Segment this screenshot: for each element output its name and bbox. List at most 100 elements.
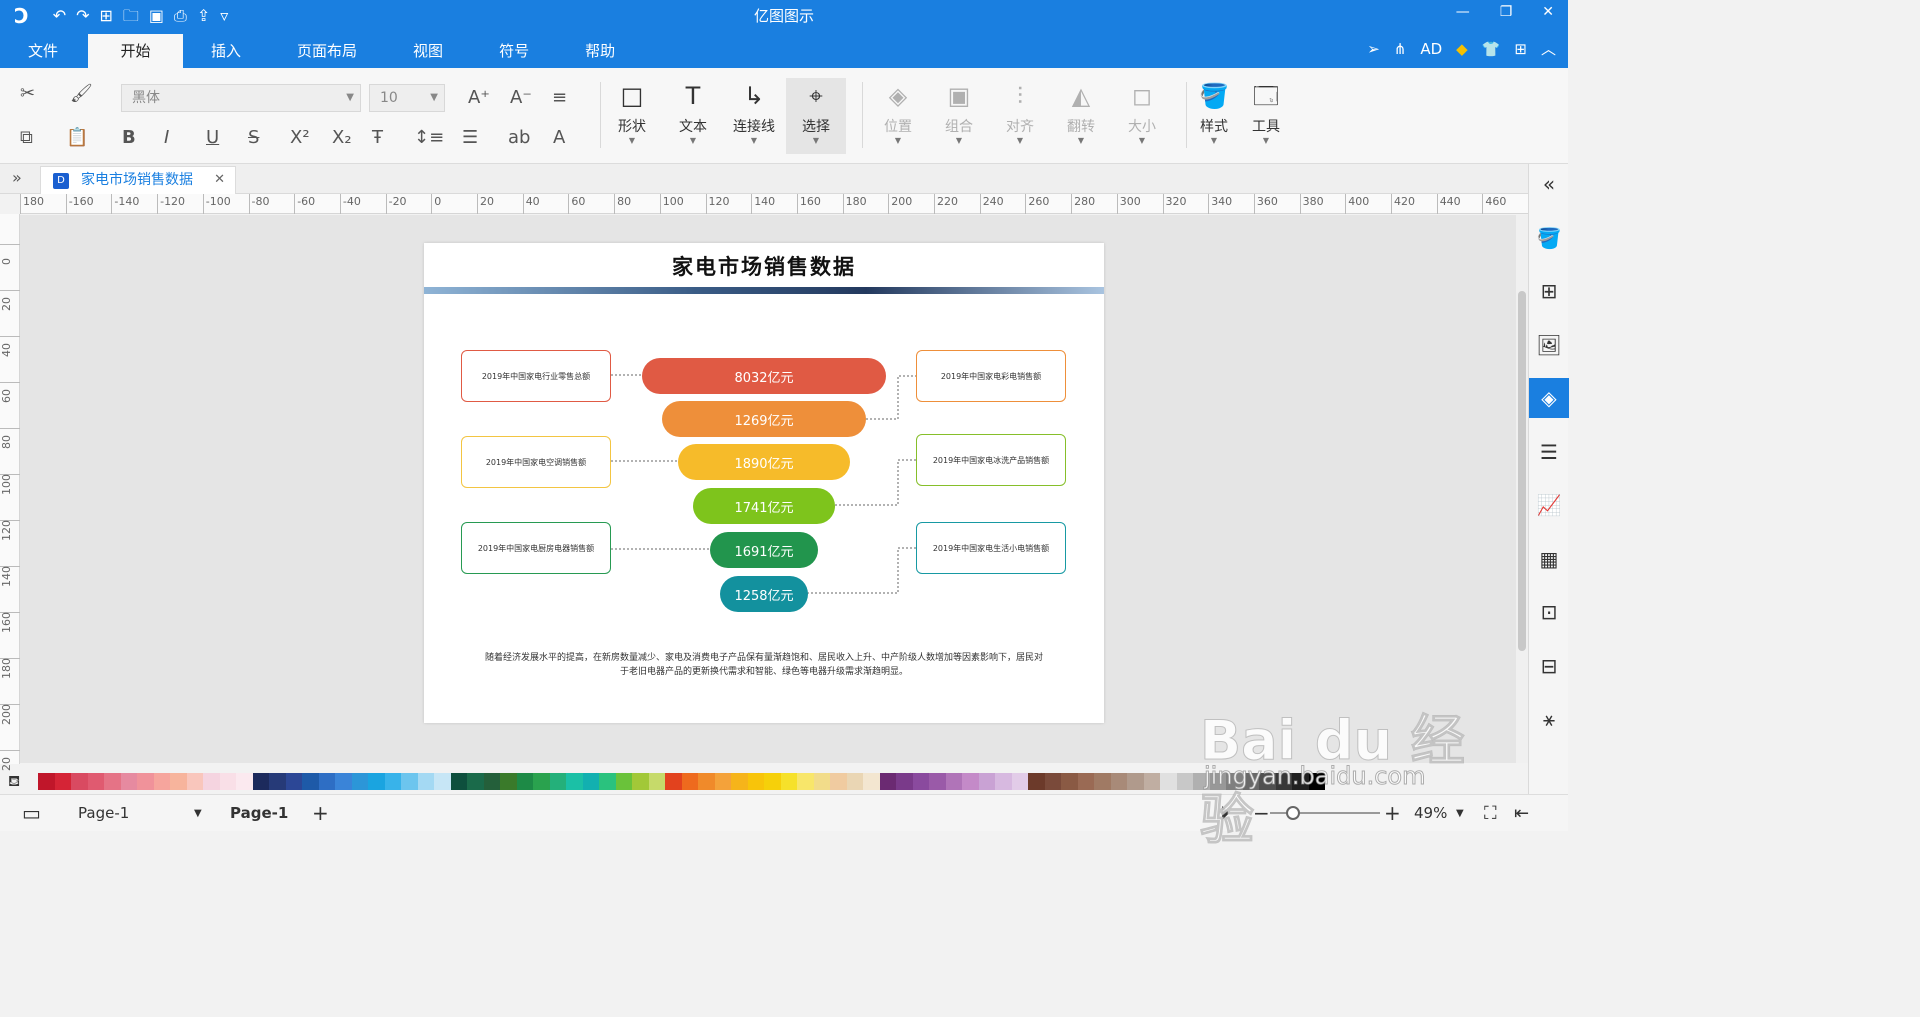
tool-select[interactable]: ⌖ 选择 ▼	[786, 78, 846, 154]
text-style-icon[interactable]: Ŧ	[372, 128, 383, 148]
color-swatch[interactable]	[318, 773, 335, 790]
theme-icon[interactable]: 👕	[1482, 40, 1501, 58]
chevron-down-icon[interactable]: ▼	[1456, 795, 1464, 832]
share-send-icon[interactable]: ➢	[1367, 40, 1380, 58]
color-swatch[interactable]	[813, 773, 830, 790]
color-swatch[interactable]	[1110, 773, 1127, 790]
color-swatch[interactable]	[269, 773, 286, 790]
menu-item[interactable]: 页面布局	[269, 34, 385, 68]
color-swatch[interactable]	[335, 773, 352, 790]
library-icon[interactable]: ⊞	[1529, 271, 1569, 311]
color-swatch[interactable]	[1226, 773, 1243, 790]
scroll-thumb[interactable]	[1518, 291, 1526, 651]
color-swatch[interactable]	[599, 773, 616, 790]
format-icon[interactable]: S	[248, 128, 259, 148]
page-selector[interactable]: Page-1	[78, 795, 129, 832]
color-swatch[interactable]	[1094, 773, 1111, 790]
vip-diamond-icon[interactable]: ◆	[1456, 40, 1468, 58]
text-align-icon[interactable]: ≡	[552, 88, 567, 108]
format-icon[interactable]: U	[206, 128, 219, 148]
color-swatch[interactable]	[71, 773, 88, 790]
tool-shape[interactable]: □ 形状 ▼	[602, 78, 662, 154]
color-swatch[interactable]	[137, 773, 154, 790]
line-spacing-icon[interactable]: ↕≡	[414, 128, 444, 148]
history-icon[interactable]: ⊟	[1529, 646, 1569, 686]
collapse-icon[interactable]: «	[1529, 164, 1569, 204]
color-swatch[interactable]	[1028, 773, 1045, 790]
color-swatch[interactable]	[1077, 773, 1094, 790]
color-swatch[interactable]	[698, 773, 715, 790]
close-icon[interactable]: ✕	[1542, 4, 1554, 20]
color-swatch[interactable]	[780, 773, 797, 790]
label-box-left[interactable]: 2019年中国家电厨房电器销售额	[461, 522, 611, 574]
font-color-icon[interactable]: A	[553, 128, 565, 148]
menu-item[interactable]: 开始	[88, 34, 184, 68]
format-icon[interactable]: X₂	[332, 128, 352, 148]
page-icon[interactable]: ☰	[1529, 432, 1569, 472]
zoom-level[interactable]: 49%	[1414, 795, 1447, 832]
color-swatch[interactable]	[87, 773, 104, 790]
fill-bucket-icon[interactable]: ⛾	[8, 772, 20, 792]
color-swatch[interactable]	[533, 773, 550, 790]
zoom-out-icon[interactable]: −	[1253, 795, 1270, 832]
color-swatch[interactable]	[203, 773, 220, 790]
fill-icon[interactable]: 🪣	[1529, 218, 1569, 258]
mindmap-icon[interactable]: ⚹	[1529, 699, 1569, 739]
apps-grid-icon[interactable]: ⊞	[1514, 40, 1527, 58]
label-box-right[interactable]: 2019年中国家电生活小电销售额	[916, 522, 1066, 574]
color-swatch[interactable]	[450, 773, 467, 790]
add-page-icon[interactable]: +	[312, 795, 329, 832]
format-painter-icon[interactable]: 🖌	[70, 84, 93, 104]
collapse-ribbon-icon[interactable]: ︿	[1541, 38, 1556, 59]
chevron-down-icon[interactable]: ▼	[194, 795, 202, 832]
format-icon[interactable]: I	[164, 128, 169, 148]
color-swatch[interactable]	[1292, 773, 1309, 790]
color-swatch[interactable]	[764, 773, 781, 790]
color-swatch[interactable]	[1127, 773, 1144, 790]
color-swatch[interactable]	[566, 773, 583, 790]
color-swatch[interactable]	[1193, 773, 1210, 790]
zoom-in-icon[interactable]: +	[1384, 795, 1401, 832]
color-swatch[interactable]	[896, 773, 913, 790]
layers-icon[interactable]: ◈	[1529, 378, 1569, 418]
color-swatch[interactable]	[714, 773, 731, 790]
user-avatar[interactable]: AD	[1420, 40, 1442, 58]
color-swatch[interactable]	[1259, 773, 1276, 790]
table-icon[interactable]: ▦	[1529, 539, 1569, 579]
image-icon[interactable]: 🖼	[1529, 325, 1569, 365]
color-swatch[interactable]	[417, 773, 434, 790]
color-swatch[interactable]	[170, 773, 187, 790]
funnel-segment[interactable]: 1269亿元	[662, 401, 866, 437]
tool-tools[interactable]: 🗔 工具 ▼	[1236, 78, 1296, 154]
decrease-font-icon[interactable]: A⁻	[510, 88, 532, 108]
label-box-right[interactable]: 2019年中国家电冰洗产品销售额	[916, 434, 1066, 486]
color-swatch[interactable]	[615, 773, 632, 790]
color-swatch[interactable]	[1011, 773, 1028, 790]
menu-item[interactable]: 文件	[0, 34, 88, 68]
copy-icon[interactable]: ⧉	[20, 128, 33, 148]
color-swatch[interactable]	[945, 773, 962, 790]
menu-item[interactable]: 帮助	[557, 34, 643, 68]
color-swatch[interactable]	[219, 773, 236, 790]
color-swatch[interactable]	[500, 773, 517, 790]
color-swatch[interactable]	[1176, 773, 1193, 790]
tool-text[interactable]: T 文本 ▼	[663, 78, 723, 154]
color-swatch[interactable]	[797, 773, 814, 790]
diagram-page[interactable]: 家电市场销售数据 8032亿元 1269亿元 1890亿元 1741亿元 1691亿元 1…	[424, 243, 1104, 723]
color-swatch[interactable]	[846, 773, 863, 790]
menu-item[interactable]: 插入	[183, 34, 269, 68]
color-swatch[interactable]	[978, 773, 995, 790]
color-swatch[interactable]	[1143, 773, 1160, 790]
chart-icon[interactable]: 📈	[1529, 485, 1569, 525]
text-case-icon[interactable]: ab	[508, 128, 530, 148]
color-swatch[interactable]	[665, 773, 682, 790]
funnel-segment[interactable]: 1691亿元	[710, 532, 818, 568]
menu-item[interactable]: 符号	[471, 34, 557, 68]
font-family-select[interactable]: 黑体 ▼	[121, 84, 361, 112]
label-box-left[interactable]: 2019年中国家电行业零售总额	[461, 350, 611, 402]
label-box-left[interactable]: 2019年中国家电空调销售额	[461, 436, 611, 488]
color-swatch[interactable]	[830, 773, 847, 790]
color-swatch[interactable]	[351, 773, 368, 790]
color-swatch[interactable]	[54, 773, 71, 790]
tool-connector[interactable]: ↳ 连接线 ▼	[724, 78, 784, 154]
